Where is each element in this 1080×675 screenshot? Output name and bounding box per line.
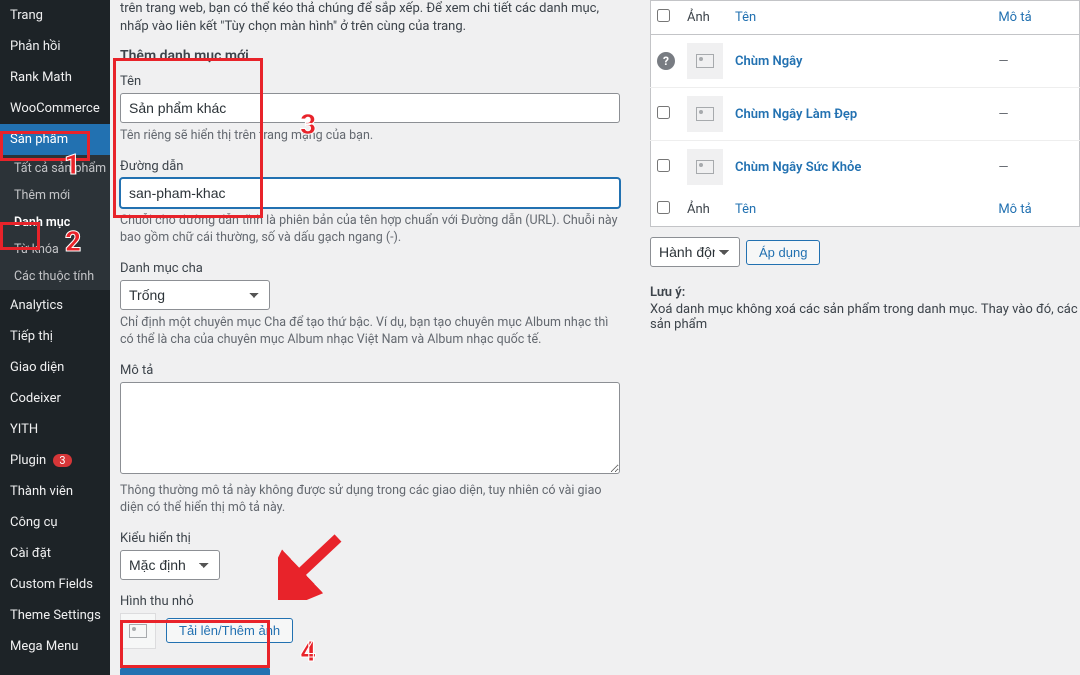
help-icon[interactable]: ? — [657, 52, 675, 70]
main-content: trên trang web, bạn có thể kéo thả chúng… — [110, 0, 1080, 675]
upload-image-button[interactable]: Tải lên/Thêm ảnh — [166, 618, 293, 643]
sidebar-item-megamenu[interactable]: Mega Menu — [0, 631, 110, 662]
category-name-link[interactable]: Chùm Ngây Làm Đẹp — [735, 107, 857, 122]
category-name-link[interactable]: Chùm Ngây Sức Khỏe — [735, 160, 861, 175]
select-all-checkbox[interactable] — [657, 9, 670, 22]
name-label: Tên — [120, 74, 620, 89]
plugins-update-badge: 3 — [53, 454, 71, 467]
submit-button[interactable]: Thêm danh mục mới — [120, 667, 270, 675]
col-name-footer[interactable]: Tên — [729, 193, 992, 227]
category-name-link[interactable]: Chùm Ngây — [735, 54, 802, 69]
sidebar-item-comments[interactable]: Phản hồi — [0, 31, 110, 62]
note-block: Lưu ý: Xoá danh mục không xoá các sản ph… — [650, 285, 1080, 332]
slug-label: Đường dẫn — [120, 159, 620, 174]
image-icon — [696, 54, 714, 68]
image-icon — [696, 107, 714, 121]
row-checkbox[interactable] — [657, 159, 670, 172]
table-row: Chùm Ngây Làm Đẹp — — [651, 88, 1080, 141]
table-row: Chùm Ngây Sức Khỏe — — [651, 141, 1080, 194]
image-icon — [696, 160, 714, 174]
desc-textarea[interactable] — [120, 382, 620, 474]
sidebar-item-plugins[interactable]: Plugin 3 — [0, 445, 110, 476]
note-title: Lưu ý: — [650, 285, 1080, 300]
add-category-form: trên trang web, bạn có thể kéo thả chúng… — [120, 0, 640, 675]
col-desc[interactable]: Mô tả — [992, 1, 1079, 35]
sidebar-sub-add-new[interactable]: Thêm mới — [0, 182, 110, 209]
sidebar-item-themesettings[interactable]: Theme Settings — [0, 600, 110, 631]
sidebar-item-rankmath[interactable]: Rank Math — [0, 62, 110, 93]
select-all-footer-checkbox[interactable] — [657, 201, 670, 214]
row-thumbnail — [687, 43, 723, 79]
display-label: Kiểu hiển thị — [120, 531, 620, 546]
section-title: Thêm danh mục mới — [120, 48, 620, 64]
bulk-action-select[interactable]: Hành động — [650, 237, 740, 267]
sidebar-sub-tags[interactable]: Từ khóa — [0, 236, 110, 263]
category-desc: — — [992, 35, 1079, 88]
row-thumbnail — [687, 149, 723, 185]
col-image-footer[interactable]: Ảnh — [681, 193, 729, 227]
parent-label: Danh mục cha — [120, 261, 620, 276]
slug-input[interactable] — [120, 178, 620, 208]
parent-select[interactable]: Trống — [120, 280, 270, 310]
sidebar-sub-categories[interactable]: Danh mục — [0, 209, 110, 236]
sidebar-item-customfields[interactable]: Custom Fields — [0, 569, 110, 600]
sidebar-item-codeixer[interactable]: Codeixer — [0, 383, 110, 414]
sidebar-item-users[interactable]: Thành viên — [0, 476, 110, 507]
table-row: ? Chùm Ngây — — [651, 35, 1080, 88]
desc-hint: Thông thường mô tả này không được sử dụn… — [120, 482, 620, 517]
category-desc: — — [992, 88, 1079, 141]
sidebar-item-marketing[interactable]: Tiếp thị — [0, 321, 110, 352]
sidebar-sub-attributes[interactable]: Các thuộc tính — [0, 263, 110, 290]
sidebar-submenu-products: Tất cả sản phẩm Thêm mới Danh mục Từ khó… — [0, 155, 110, 290]
desc-label: Mô tả — [120, 363, 620, 378]
bulk-apply-button[interactable]: Áp dụng — [746, 240, 820, 265]
name-input[interactable] — [120, 93, 620, 123]
slug-hint: Chuỗi cho đường dẫn tĩnh là phiên bản củ… — [120, 212, 620, 247]
sidebar-item-tools[interactable]: Công cụ — [0, 507, 110, 538]
col-desc-footer[interactable]: Mô tả — [992, 193, 1079, 227]
intro-text: trên trang web, bạn có thể kéo thả chúng… — [120, 0, 620, 36]
parent-hint: Chỉ định một chuyên mục Cha để tạo thứ b… — [120, 314, 620, 349]
admin-sidebar: Trang Phản hồi Rank Math WooCommerce Sản… — [0, 0, 110, 675]
sidebar-plugins-label: Plugin — [10, 453, 46, 468]
sidebar-item-products[interactable]: Sản phẩm — [0, 124, 110, 155]
display-select[interactable]: Mặc định — [120, 550, 220, 580]
sidebar-item-yith[interactable]: YITH — [0, 414, 110, 445]
image-icon — [129, 624, 147, 638]
category-desc: — — [992, 141, 1079, 194]
category-table: Ảnh Tên Mô tả ? Chùm Ngây — — [650, 0, 1080, 227]
col-image[interactable]: Ảnh — [681, 1, 729, 35]
sidebar-item-analytics[interactable]: Analytics — [0, 290, 110, 321]
row-thumbnail — [687, 96, 723, 132]
name-hint: Tên riêng sẽ hiển thị trên trang mạng củ… — [120, 127, 620, 145]
thumb-label: Hình thu nhỏ — [120, 594, 620, 609]
category-list: Ảnh Tên Mô tả ? Chùm Ngây — — [640, 0, 1080, 675]
col-name[interactable]: Tên — [729, 1, 992, 35]
row-checkbox[interactable] — [657, 106, 670, 119]
sidebar-sub-all-products[interactable]: Tất cả sản phẩm — [0, 155, 110, 182]
sidebar-item-appearance[interactable]: Giao diện — [0, 352, 110, 383]
sidebar-item-woocommerce[interactable]: WooCommerce — [0, 93, 110, 124]
thumbnail-placeholder — [120, 613, 156, 649]
sidebar-item-pages[interactable]: Trang — [0, 0, 110, 31]
note-body: Xoá danh mục không xoá các sản phẩm tron… — [650, 302, 1080, 332]
sidebar-item-settings[interactable]: Cài đặt — [0, 538, 110, 569]
